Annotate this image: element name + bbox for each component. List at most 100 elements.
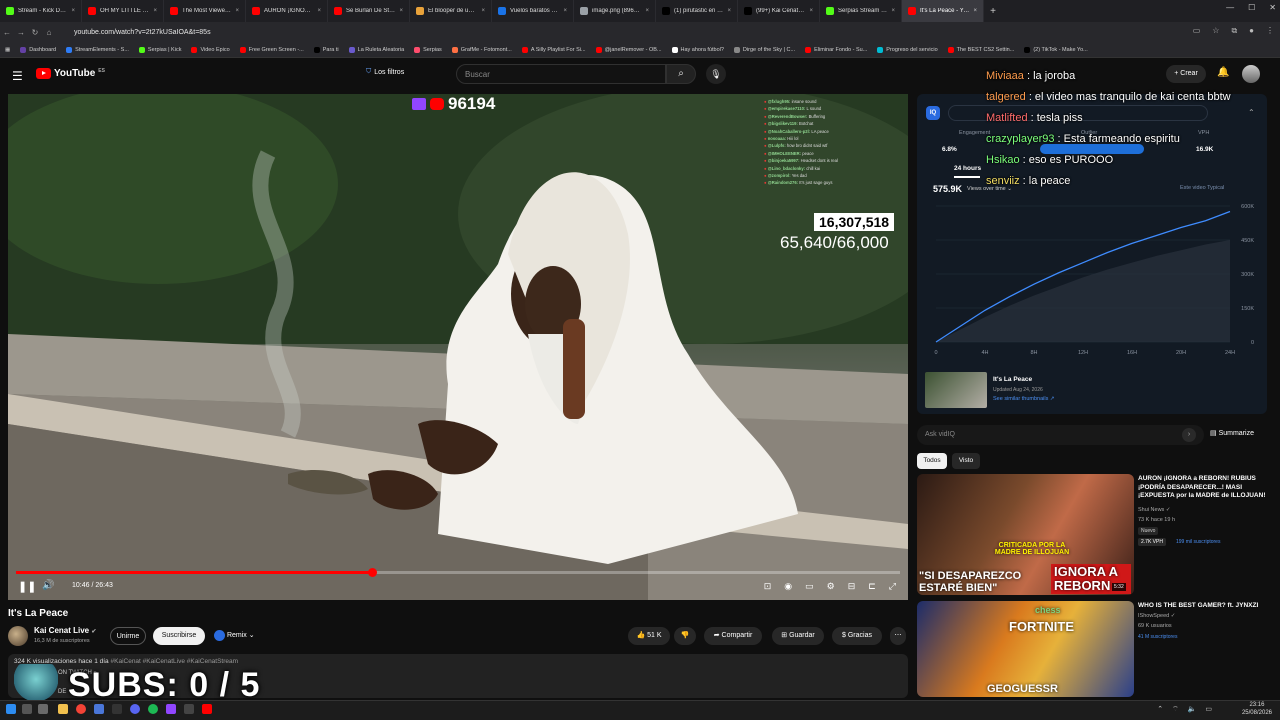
apps-icon[interactable]: ▦ [0,47,15,53]
chevron-up-icon[interactable]: ⌃ [1157,705,1163,714]
tab-close-icon[interactable]: × [809,8,813,14]
similar-thumbnails-link[interactable]: See similar thumbnails ↗ [993,396,1054,402]
tab-close-icon[interactable]: × [317,8,321,14]
bookmark-star-icon[interactable]: ☆ [1212,26,1219,36]
share-button[interactable]: ➦ Compartir [704,627,762,645]
browser-tab[interactable]: (99+) Kai Cenat La Pea × [738,0,820,22]
chip-all[interactable]: Todos [917,453,947,469]
hashtags[interactable]: #KaiCenat #KaiCenatLive #KaiCenatStream [111,658,239,665]
filters-button[interactable]: ⛉ Los filtros [366,68,404,76]
vidiq-player-icon[interactable]: ⊡ [764,581,772,592]
browser-tab[interactable]: El blooper de un stre × [410,0,492,22]
volume-icon[interactable]: 🔊 [42,580,54,591]
browser-tab[interactable]: It's La Peace - YouTu × [902,0,984,22]
ask-vidiq-input[interactable] [917,425,1204,445]
more-actions-button[interactable]: ⋯ [890,627,906,645]
bookmark-item[interactable]: The BEST CS2 Settin... [943,46,1020,53]
twitch-app-icon[interactable] [166,704,176,714]
dislike-button[interactable]: 👎 [674,627,696,645]
tab-close-icon[interactable]: × [153,8,157,14]
tab-close-icon[interactable]: × [563,8,567,14]
summarize-button[interactable]: ▤ Summarize [1210,429,1254,437]
miniplayer-icon[interactable]: ⊟ [848,581,856,592]
tab-close-icon[interactable]: × [973,8,977,14]
remix-button[interactable]: Remix ⌄ [212,627,264,645]
bookmark-item[interactable]: Hay ahora fútbol? [667,46,729,53]
chrome-icon[interactable] [76,704,86,714]
app-icon[interactable] [184,704,194,714]
bookmark-item[interactable]: Para ti [309,46,344,53]
bookmark-item[interactable]: (2) TikTok - Make Yo... [1019,46,1092,53]
bookmark-item[interactable]: Free Green Screen -... [235,46,309,53]
bookmark-item[interactable]: Eliminar Fondo - Su... [800,46,872,53]
close-window-icon[interactable]: ✕ [1269,3,1276,12]
start-icon[interactable] [6,704,16,714]
browser-tab[interactable]: AURON ¡IGNORA a RE × [246,0,328,22]
bookmark-item[interactable]: La Ruleta Aleatoria [344,46,409,53]
browser-tab[interactable]: Se Burlan De Stream × [328,0,410,22]
bookmark-item[interactable]: Serpias | Kick [134,46,187,53]
browser-tab[interactable]: OH MY LITTLE BABY B × [82,0,164,22]
browser-tab[interactable]: Vuelos baratos de Bar × [492,0,574,22]
submit-arrow-icon[interactable]: › [1182,428,1196,442]
tab-close-icon[interactable]: × [235,8,239,14]
browser-tab[interactable]: Stream - Kick Dashbo × [0,0,82,22]
youtube-logo[interactable]: YouTube ES [36,68,105,79]
recommended-thumbnail[interactable]: chess FORTNITE GEOGUESSR [917,601,1134,697]
hamburger-menu-icon[interactable]: ☰ [12,69,23,83]
bookmark-item[interactable]: Dirge of the Sky | C... [729,46,800,53]
channel-name[interactable]: Kai Cenat Live ✔ [34,626,96,635]
channel-avatar[interactable] [8,626,28,646]
recommended-title[interactable]: WHO IS THE BEST GAMER? ft. JYNXZI [1138,602,1266,611]
app-icon[interactable] [94,704,104,714]
settings-gear-icon[interactable]: ⚙ [827,581,835,592]
subtitles-icon[interactable]: ▭ [805,581,814,592]
bookmark-item[interactable]: GrafMe - Fotomont... [447,46,517,53]
progress-bar[interactable] [16,568,900,577]
chip-watched[interactable]: Visto [952,453,980,469]
tab-24-hours[interactable]: 24 hours [954,165,981,172]
file-explorer-icon[interactable] [58,704,68,714]
pause-icon[interactable]: ❚❚ [18,580,36,593]
recommended-thumbnail[interactable]: CRITICADA POR LA MADRE DE ILLOJUAN "SI D… [917,474,1134,595]
tab-close-icon[interactable]: × [399,8,403,14]
spotify-icon[interactable] [148,704,158,714]
video-thumbnail-small[interactable] [925,372,987,408]
new-tab-icon[interactable]: + [984,6,1002,17]
task-view-icon[interactable] [38,704,48,714]
home-icon[interactable]: ⌂ [42,28,56,37]
autoplay-toggle-icon[interactable]: ◉ [784,581,792,592]
cast-icon[interactable]: ⊏ [868,581,876,592]
tab-close-icon[interactable]: × [891,8,895,14]
network-icon[interactable]: ⌔ [1172,705,1179,714]
maximize-icon[interactable]: ☐ [1248,3,1255,12]
obs-icon[interactable] [112,704,122,714]
taskbar-clock[interactable]: 23:16 25/08/2026 [1242,702,1272,717]
bookmark-item[interactable]: Serpias [409,46,447,53]
tab-close-icon[interactable]: × [645,8,649,14]
app-icon[interactable] [202,704,212,714]
bookmark-item[interactable]: Progreso del servicio [872,46,942,53]
like-button[interactable]: 👍 51 K [628,627,670,645]
join-button[interactable]: Unirme [110,627,146,645]
browser-menu-icon[interactable]: ⋮ [1266,26,1274,36]
minimize-icon[interactable]: — [1226,3,1234,12]
tab-close-icon[interactable]: × [481,8,485,14]
fullscreen-icon[interactable]: ⤢ [889,581,896,592]
speaker-icon[interactable]: 🔈 [1188,705,1197,714]
reload-icon[interactable]: ↻ [28,28,42,37]
tab-close-icon[interactable]: × [727,8,731,14]
tab-close-icon[interactable]: × [71,8,75,14]
save-button[interactable]: ⊞ Guardar [772,627,824,645]
bookmark-item[interactable]: Video Epico [186,46,234,53]
browser-tab[interactable]: (1) pirutastic en X: "so × [656,0,738,22]
back-icon[interactable]: ← [0,28,14,37]
video-player[interactable]: 96194 ● @fxlugh95: insane sound ● @empire… [8,94,908,600]
search-icon[interactable]: ⌕ [666,64,696,84]
bookmark-item[interactable]: Dashboard [15,46,61,53]
battery-icon[interactable]: ▭ [1205,705,1212,714]
extensions-icon[interactable]: ⧉ [1231,26,1237,36]
discord-icon[interactable] [130,704,140,714]
search-input[interactable]: Buscar [456,64,666,84]
browser-tab[interactable]: image.png (896×1024) × [574,0,656,22]
